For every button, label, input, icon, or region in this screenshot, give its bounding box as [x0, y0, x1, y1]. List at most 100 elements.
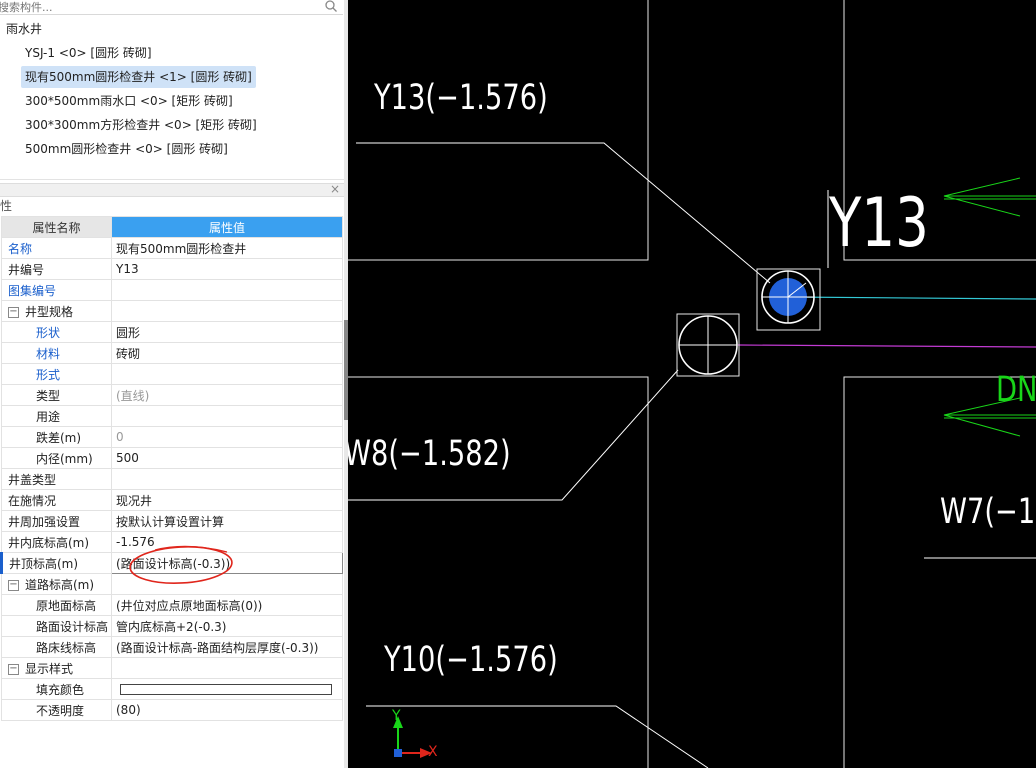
- prop-value[interactable]: [111, 279, 343, 301]
- prop-value: [111, 657, 343, 679]
- prop-group-label: − 井型规格: [1, 300, 112, 322]
- prop-row-inner-diameter[interactable]: 内径(mm) 500: [1, 447, 343, 469]
- prop-row-atlas-number[interactable]: 图集编号: [1, 279, 343, 301]
- prop-label: 图集编号: [1, 279, 112, 301]
- prop-value[interactable]: (井位对应点原地面标高(0)): [111, 594, 343, 616]
- prop-value[interactable]: 现况井: [111, 489, 343, 511]
- prop-label: 跌差(m): [1, 426, 112, 448]
- prop-value[interactable]: 0: [111, 426, 343, 448]
- panel-splitter[interactable]: ×: [0, 182, 344, 197]
- flow-arrow: [943, 177, 1021, 217]
- prop-row-construction-status[interactable]: 在施情况 现况井: [1, 489, 343, 511]
- prop-group-display-style[interactable]: − 显示样式: [1, 657, 343, 679]
- prop-value[interactable]: (直线): [111, 384, 343, 406]
- prop-row-road-design[interactable]: 路面设计标高 管内底标高+2(-0.3): [1, 615, 343, 637]
- prop-row-subgrade[interactable]: 路床线标高 (路面设计标高-路面结构层厚度(-0.3)): [1, 636, 343, 658]
- prop-row-original-ground[interactable]: 原地面标高 (井位对应点原地面标高(0)): [1, 594, 343, 616]
- prop-label: 井顶标高(m): [0, 552, 112, 574]
- tree-item-300x300-square-well[interactable]: 300*300mm方形检查井 <0> [矩形 砖砌]: [25, 114, 257, 136]
- prop-value: [111, 300, 343, 322]
- prop-label: 用途: [1, 405, 112, 427]
- prop-label: 形状: [1, 321, 112, 343]
- prop-row-type[interactable]: 类型 (直线): [1, 384, 343, 406]
- prop-row-drop[interactable]: 跌差(m) 0: [1, 426, 343, 448]
- pipe-cyan: [787, 296, 1036, 300]
- pipe-magenta: [737, 344, 1036, 348]
- prop-label: 井周加强设置: [1, 510, 112, 532]
- tree-root-label: 雨水井: [6, 22, 43, 36]
- label-w7-elevation: W7(−1.5: [940, 492, 1036, 532]
- tree-item-ysj-1[interactable]: YSJ-1 <0> [圆形 砖砌]: [25, 42, 152, 64]
- prop-row-shape[interactable]: 形状 圆形: [1, 321, 343, 343]
- road-edge: [843, 376, 1036, 768]
- properties-title: 属性: [0, 199, 13, 213]
- prop-value[interactable]: (80): [111, 699, 343, 721]
- prop-row-cover-type[interactable]: 井盖类型: [1, 468, 343, 490]
- prop-value[interactable]: 管内底标高+2(-0.3): [111, 615, 343, 637]
- road-edge: [348, 0, 649, 261]
- prop-label: 类型: [1, 384, 112, 406]
- prop-value[interactable]: 现有500mm圆形检查井: [111, 237, 343, 259]
- prop-row-form[interactable]: 形式: [1, 363, 343, 385]
- collapse-toggle-icon[interactable]: −: [8, 663, 19, 675]
- tree-root-rain-well[interactable]: 雨水井: [0, 18, 42, 40]
- tree-item-label: 300*500mm雨水口 <0> [矩形 砖砌]: [25, 94, 233, 108]
- prop-label: 井盖类型: [1, 468, 112, 490]
- collapse-toggle-icon[interactable]: −: [8, 306, 19, 318]
- label-dn: DN: [996, 370, 1036, 410]
- prop-row-name[interactable]: 名称 现有500mm圆形检查井: [1, 237, 343, 259]
- close-icon[interactable]: ×: [330, 182, 340, 196]
- prop-value[interactable]: 按默认计算设置计算: [111, 510, 343, 532]
- property-grid-header: 属性名称 属性值: [1, 216, 343, 238]
- prop-row-opacity[interactable]: 不透明度 (80): [1, 699, 343, 721]
- search-bar: [0, 0, 343, 16]
- prop-label: 形式: [1, 363, 112, 385]
- prop-group-well-spec[interactable]: − 井型规格: [1, 300, 343, 322]
- prop-row-well-number[interactable]: 井编号 Y13: [1, 258, 343, 280]
- prop-row-material[interactable]: 材料 砖砌: [1, 342, 343, 364]
- component-panel: 雨水井 YSJ-1 <0> [圆形 砖砌] 现有500mm圆形检查井 <1> […: [0, 0, 344, 768]
- search-input[interactable]: [0, 0, 320, 16]
- column-header-name: 属性名称: [1, 216, 112, 238]
- fill-color-swatch[interactable]: [120, 684, 332, 695]
- red-highlight-annotation: [129, 545, 233, 584]
- ucs-y-label: Y: [392, 708, 401, 724]
- prop-label: 材料: [1, 342, 112, 364]
- prop-value[interactable]: [111, 405, 343, 427]
- tree-item-500mm-round-well[interactable]: 500mm圆形检查井 <0> [圆形 砖砌]: [25, 138, 228, 160]
- prop-label: 原地面标高: [1, 594, 112, 616]
- prop-row-fill-color[interactable]: 填充颜色: [1, 678, 343, 700]
- prop-value[interactable]: [111, 363, 343, 385]
- prop-label: 名称: [1, 237, 112, 259]
- prop-value[interactable]: 500: [111, 447, 343, 469]
- collapse-toggle-icon[interactable]: −: [8, 579, 19, 591]
- ucs-x-label: X: [428, 744, 438, 760]
- prop-label: 井编号: [1, 258, 112, 280]
- prop-row-reinforcement[interactable]: 井周加强设置 按默认计算设置计算: [1, 510, 343, 532]
- label-w8-elevation: W8(−1.582): [348, 434, 511, 474]
- tree-item-label: 300*300mm方形检查井 <0> [矩形 砖砌]: [25, 118, 257, 132]
- tree-item-label: 现有500mm圆形检查井 <1> [圆形 砖砌]: [25, 70, 252, 84]
- prop-value[interactable]: [111, 678, 343, 700]
- prop-label: 显示样式: [25, 661, 74, 676]
- prop-value[interactable]: 砖砌: [111, 342, 343, 364]
- prop-label: 路面设计标高: [1, 615, 112, 637]
- prop-label: 路床线标高: [1, 636, 112, 658]
- leader-line-y13: [356, 142, 771, 284]
- tree-item-300x500-inlet[interactable]: 300*500mm雨水口 <0> [矩形 砖砌]: [25, 90, 233, 112]
- property-grid: 属性名称 属性值 名称 现有500mm圆形检查井 井编号 Y13 图集编号 − 井型规…: [0, 216, 343, 721]
- tree-item-existing-500mm-round-well[interactable]: 现有500mm圆形检查井 <1> [圆形 砖砌]: [21, 66, 256, 88]
- prop-label: 井型规格: [25, 304, 74, 319]
- prop-row-usage[interactable]: 用途: [1, 405, 343, 427]
- prop-value[interactable]: (路面设计标高-路面结构层厚度(-0.3)): [111, 636, 343, 658]
- leader-line-y10: [366, 705, 709, 768]
- prop-value[interactable]: Y13: [111, 258, 343, 280]
- prop-value[interactable]: 圆形: [111, 321, 343, 343]
- prop-value[interactable]: [111, 468, 343, 490]
- prop-label: 不透明度: [1, 699, 112, 721]
- search-icon[interactable]: [324, 0, 338, 13]
- well-y13[interactable]: [756, 268, 821, 331]
- well-w8[interactable]: [676, 313, 740, 377]
- prop-label: 内径(mm): [1, 447, 112, 469]
- cad-drawing-canvas[interactable]: Y13(−1.576) Y13 W8(−1.582) W7(−1.5 Y10(−…: [348, 0, 1036, 768]
